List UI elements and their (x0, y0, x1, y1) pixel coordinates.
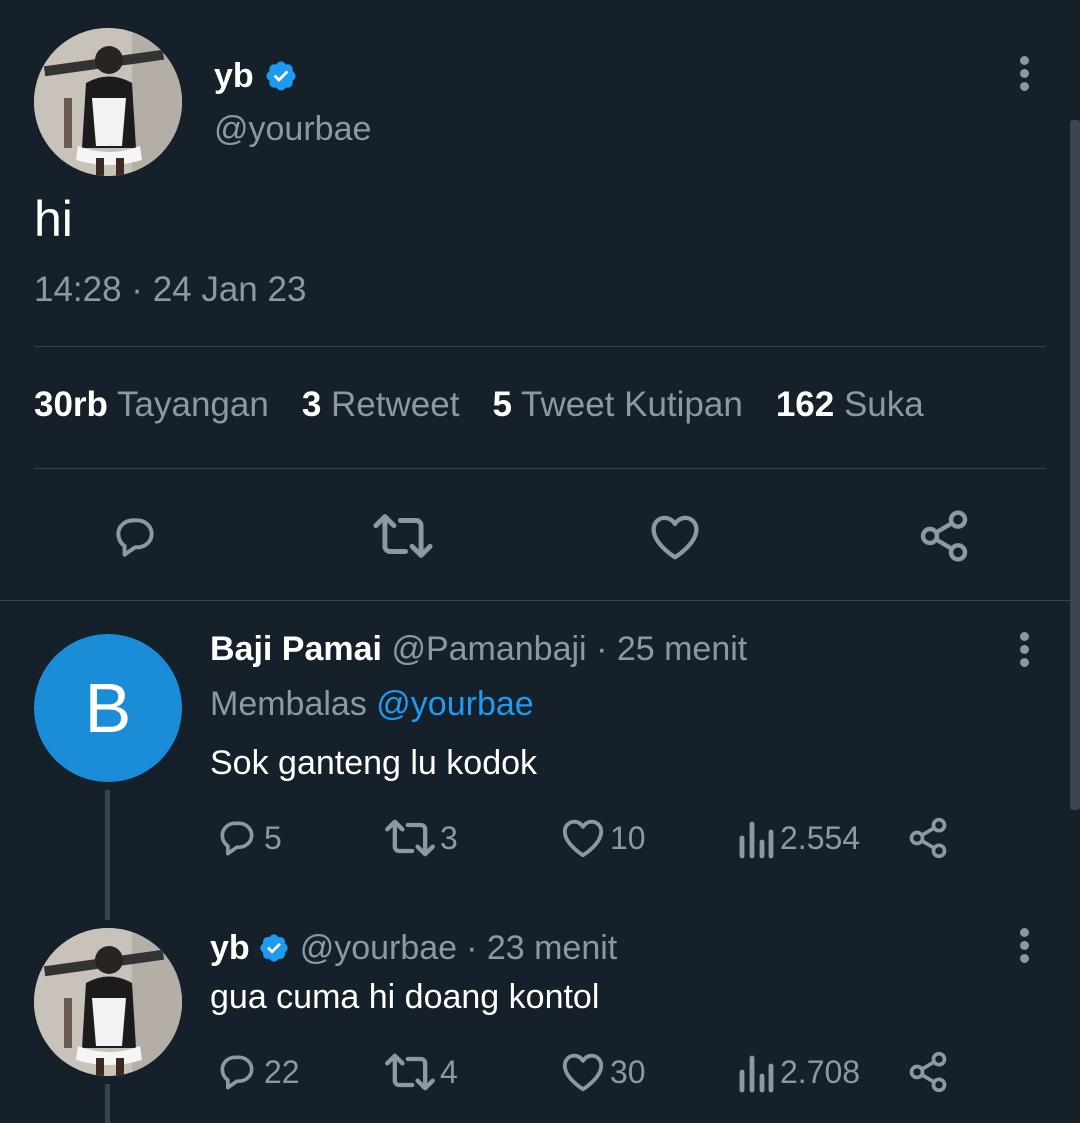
thread-line (105, 790, 110, 920)
reply-author-handle[interactable]: @yourbae (300, 929, 457, 968)
reply-icon (220, 821, 254, 856)
reply-text: Sok ganteng lu kodok (210, 744, 538, 782)
divider (34, 346, 1046, 347)
divider (0, 600, 1080, 601)
replying-to-handle[interactable]: @yourbae (376, 685, 533, 723)
retweet-icon[interactable] (372, 510, 434, 562)
reply-author-handle[interactable]: @Pamanbaji (391, 630, 586, 668)
stat-retweets[interactable]: 3 Retweet (302, 385, 460, 425)
scrollbar[interactable] (1070, 120, 1080, 810)
avatar-letter: B (84, 669, 132, 747)
reply-icon (220, 1055, 254, 1090)
more-icon[interactable] (1020, 56, 1030, 95)
reply-time[interactable]: · 23 menit (466, 929, 617, 968)
stat-quote-tweets[interactable]: 5 Tweet Kutipan (492, 385, 742, 425)
reply-author-name[interactable]: yb (210, 929, 250, 968)
main-author-name-row: yb (214, 54, 298, 98)
share-icon[interactable] (906, 1050, 950, 1094)
like-action[interactable]: 30 (560, 1050, 646, 1094)
reply-header: yb @yourbae · 23 menit (210, 926, 617, 970)
views-icon (739, 1055, 774, 1093)
reply-author-name[interactable]: Baji Pamai (210, 630, 382, 668)
thread-line (105, 1084, 110, 1123)
more-icon[interactable] (1020, 632, 1030, 671)
verified-badge-icon (266, 61, 296, 91)
divider (34, 468, 1046, 469)
tweet-stats-row: 30rb Tayangan 3 Retweet 5 Tweet Kutipan … (34, 385, 924, 425)
share-icon[interactable] (916, 508, 972, 564)
main-tweet-timestamp[interactable]: 14:28 · 24 Jan 23 (34, 270, 306, 310)
view-count: 2.708 (780, 1053, 861, 1090)
retweet-count: 3 (440, 819, 458, 856)
retweet-icon (385, 1053, 435, 1091)
main-tweet-text: hi (34, 191, 73, 247)
reply-action[interactable]: 5 (214, 816, 282, 860)
reply-header: Baji Pamai @Pamanbaji · 25 menit (210, 630, 747, 669)
reply-text: gua cuma hi doang kontol (210, 978, 600, 1016)
reply-action[interactable]: 22 (214, 1050, 300, 1094)
like-count: 30 (610, 1053, 646, 1090)
like-action[interactable]: 10 (560, 816, 646, 860)
verified-badge-icon (260, 934, 288, 962)
reply-time[interactable]: · 25 menit (596, 630, 747, 668)
retweet-action[interactable]: 3 (384, 816, 458, 860)
like-count: 10 (610, 819, 646, 856)
main-author-name[interactable]: yb (214, 57, 254, 96)
reply-count: 22 (264, 1053, 300, 1090)
like-icon (562, 1053, 604, 1092)
retweet-icon (385, 819, 435, 857)
main-author-handle[interactable]: @yourbae (214, 110, 371, 149)
stat-likes[interactable]: 162 Suka (776, 385, 924, 425)
reply-author-avatar[interactable]: B (34, 634, 182, 782)
retweet-count: 4 (440, 1053, 458, 1090)
like-icon[interactable] (648, 512, 702, 562)
share-icon[interactable] (906, 816, 950, 860)
retweet-action[interactable]: 4 (384, 1050, 458, 1094)
replying-to: Membalas @yourbae (210, 685, 534, 723)
views-action[interactable]: 2.708 (736, 1050, 860, 1094)
more-icon[interactable] (1020, 928, 1030, 967)
main-author-avatar[interactable] (34, 28, 182, 176)
reply-icon[interactable] (108, 512, 162, 562)
reply-author-avatar[interactable] (34, 928, 182, 1076)
stat-views[interactable]: 30rb Tayangan (34, 385, 269, 425)
reply-count: 5 (264, 819, 282, 856)
view-count: 2.554 (780, 819, 861, 856)
like-icon (562, 819, 604, 858)
views-icon (739, 821, 774, 859)
views-action[interactable]: 2.554 (736, 816, 860, 860)
